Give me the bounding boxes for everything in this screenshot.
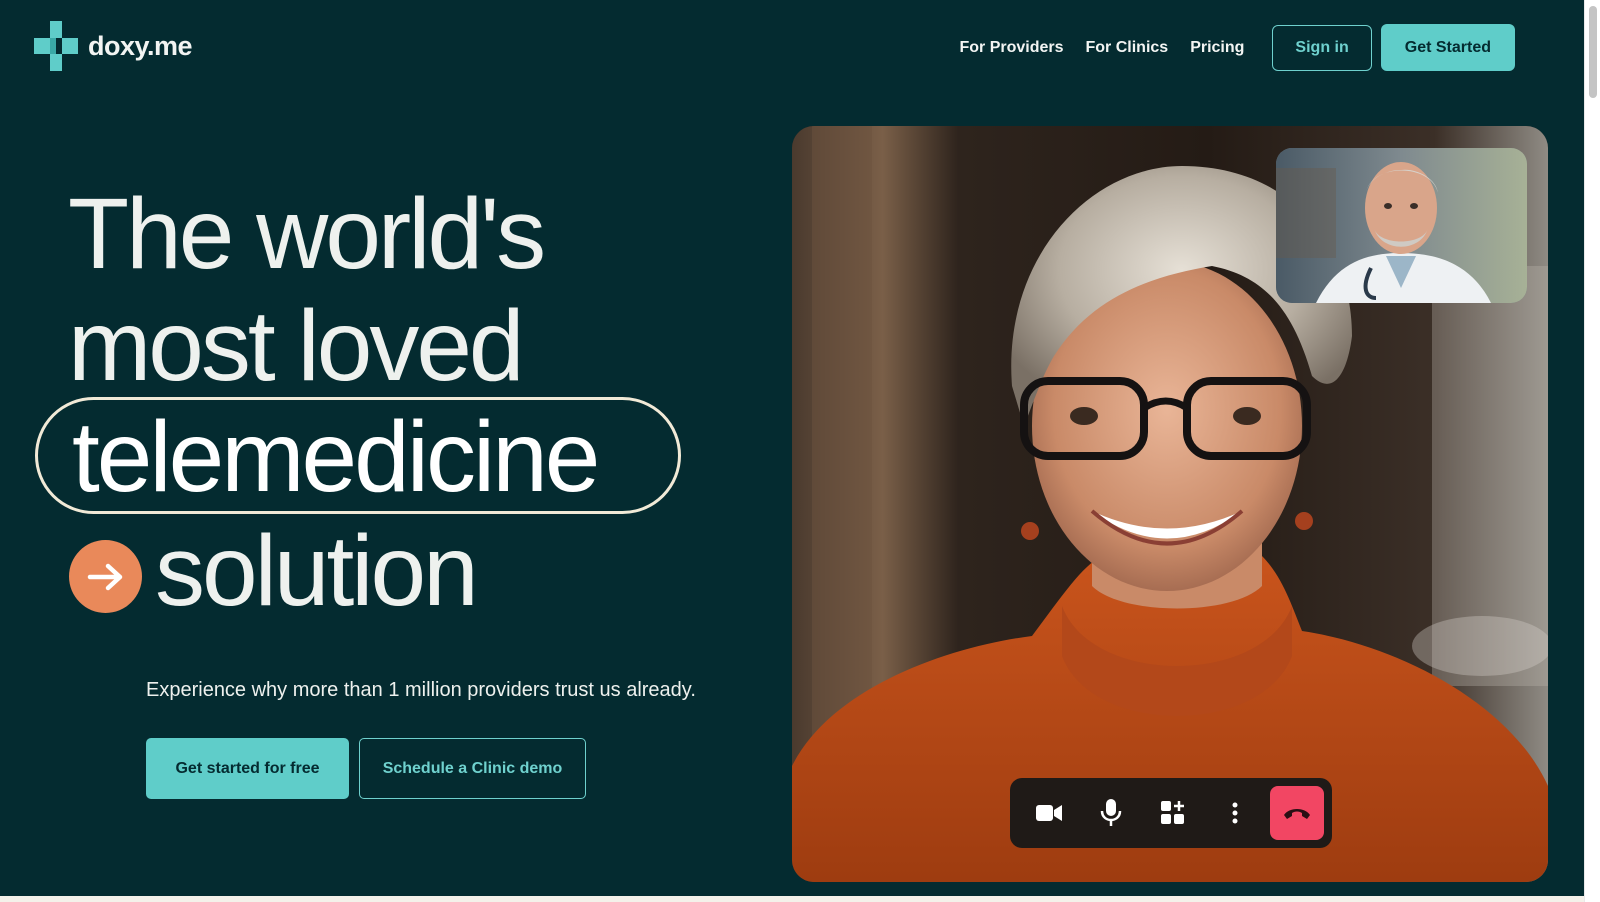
doctor-video-thumbnail [1276, 148, 1527, 303]
get-started-button[interactable]: Get Started [1380, 24, 1515, 71]
logo-cross-icon [34, 21, 78, 71]
logo[interactable]: doxy.me [34, 21, 193, 71]
schedule-demo-button[interactable]: Schedule a Clinic demo [359, 738, 586, 799]
page-bottom-edge [0, 896, 1584, 902]
logo-text: doxy.me [88, 30, 193, 61]
page: doxy.me For Providers For Clinics Pricin… [0, 0, 1584, 902]
headline-line-4: solution [155, 515, 479, 627]
arrow-right-icon [69, 540, 142, 613]
end-call-button[interactable] [1270, 786, 1324, 840]
apps-add-icon[interactable] [1142, 786, 1204, 840]
get-started-free-button[interactable]: Get started for free [146, 738, 349, 799]
nav-pricing[interactable]: Pricing [1190, 39, 1244, 57]
video-call-preview [792, 126, 1548, 882]
nav-for-providers[interactable]: For Providers [959, 39, 1063, 57]
scrollbar-thumb[interactable] [1589, 6, 1597, 98]
vertical-scrollbar[interactable] [1584, 0, 1600, 902]
nav-for-clinics[interactable]: For Clinics [1086, 39, 1169, 57]
sign-in-button[interactable]: Sign in [1272, 24, 1372, 71]
video-camera-icon[interactable] [1018, 786, 1080, 840]
more-vertical-icon[interactable] [1204, 786, 1266, 840]
call-controls-bar [1010, 778, 1332, 848]
end-call-icon [1284, 809, 1310, 819]
hero-subtext: Experience why more than 1 million provi… [146, 679, 696, 701]
doctor-image [1276, 148, 1527, 303]
headline-line-1: The world's [68, 178, 546, 290]
top-nav: For Providers For Clinics Pricing Sign i… [959, 24, 1515, 71]
headline-line-2: most loved [68, 290, 525, 402]
headline-line-3: telemedicine [72, 401, 600, 513]
microphone-icon[interactable] [1080, 786, 1142, 840]
